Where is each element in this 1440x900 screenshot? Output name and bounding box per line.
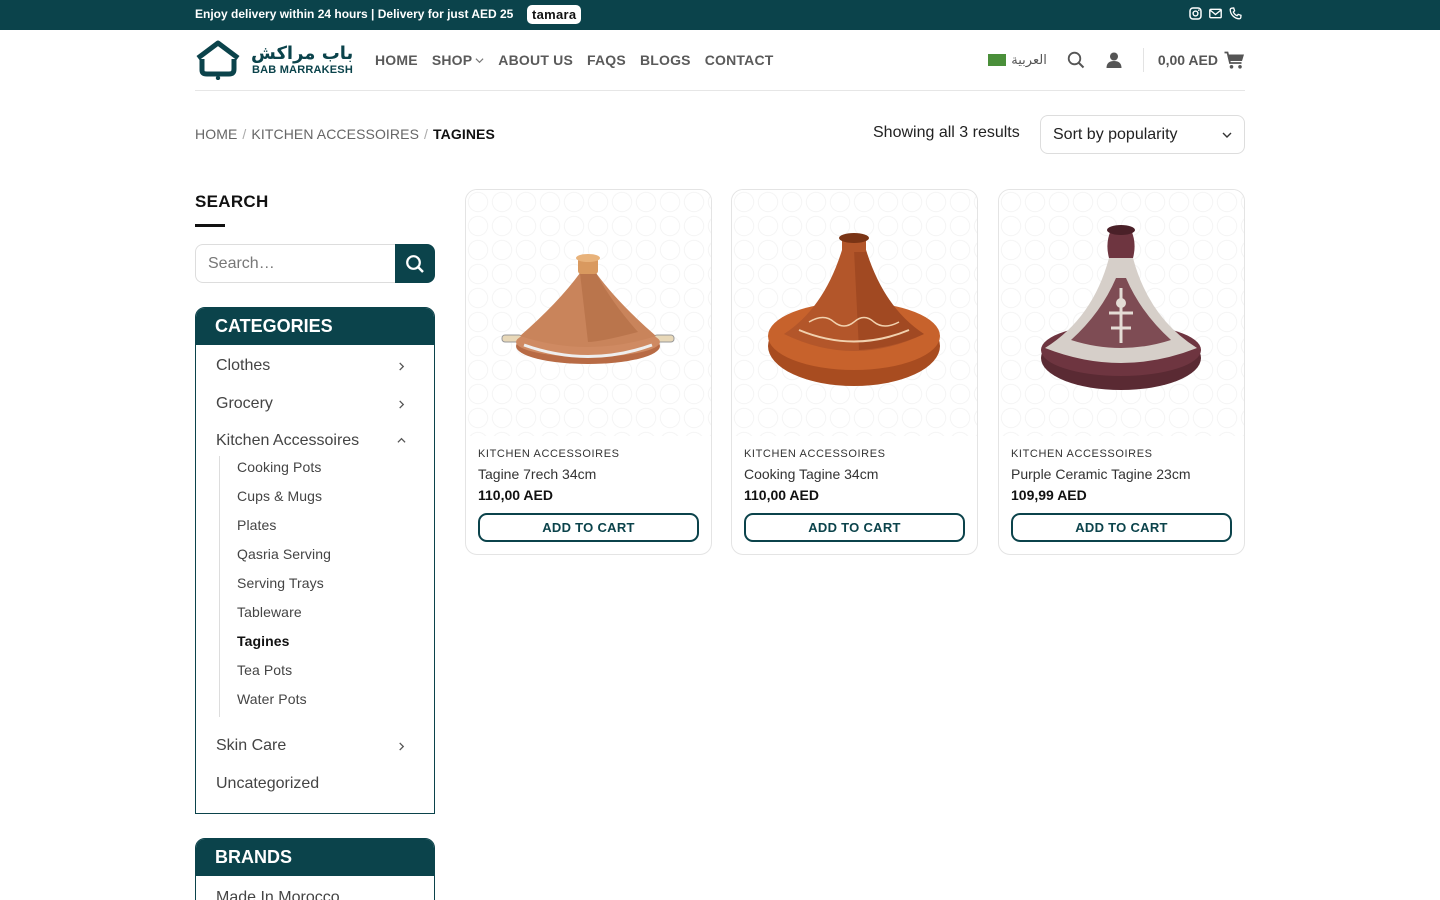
chevron-right-icon[interactable] [397,362,406,371]
add-to-cart-button[interactable]: ADD TO CART [1011,513,1232,542]
category-label: Grocery [216,394,273,412]
breadcrumb-home[interactable]: HOME [195,126,237,142]
search-form [195,244,435,283]
header-divider [1142,48,1144,72]
announcement-bar: Enjoy delivery within 24 hours | Deliver… [0,0,1440,30]
product-image[interactable] [999,190,1244,436]
tagine-image [768,233,940,386]
nav-shop-label: SHOP [431,52,473,68]
subcategory-list: Cooking Pots Cups & Mugs Plates Qasria S… [219,456,414,717]
nav-about-us[interactable]: ABOUT US [498,52,573,68]
subcategory-cooking-pots[interactable]: Cooking Pots [237,456,414,485]
brands-widget: BRANDS Made In Morocco [195,838,435,900]
search-icon [406,254,424,273]
search-icon[interactable] [1067,51,1085,69]
category-label: Kitchen Accessoires [216,432,360,449]
nav-shop[interactable]: SHOP [432,52,484,68]
logo-english-text: BAB MARRAKESH [252,64,353,76]
product-title[interactable]: Tagine 7rech 34cm [478,466,596,482]
language-switcher[interactable]: العربية [988,53,1047,68]
category-kitchen-accessoires[interactable]: Kitchen Accessoires Cooking Pots Cups & … [196,420,434,717]
nav-blogs[interactable]: BLOGS [640,52,691,68]
logo-house-icon [196,40,240,80]
category-grocery[interactable]: Grocery [196,383,434,421]
logo-arabic-text: باب مراكش [251,43,354,64]
product-price: 110,00 AED [478,487,553,503]
cart-total[interactable]: 0,00 AED [1158,52,1218,68]
main-nav: HOME SHOP ABOUT US FAQS BLOGS CONTACT [375,52,788,68]
nav-home[interactable]: HOME [375,52,418,68]
language-label: العربية [1011,52,1047,68]
title-underline [195,224,225,227]
saudi-flag-icon [988,54,1007,66]
tagine-image [1041,225,1201,390]
brand-made-in-morocco[interactable]: Made In Morocco [196,876,434,900]
brands-title: BRANDS [196,839,434,876]
subcategory-cups-mugs[interactable]: Cups & Mugs [237,485,414,514]
product-category[interactable]: KITCHEN ACCESSOIRES [744,448,886,460]
mail-icon[interactable] [1209,7,1222,21]
header-actions: العربية 0,00 AED [988,48,1245,72]
search-widget-title: SEARCH [195,192,269,211]
product-price: 109,99 AED [1011,487,1087,503]
add-to-cart-button[interactable]: ADD TO CART [478,513,699,542]
category-label: Clothes [216,357,271,374]
product-title[interactable]: Purple Ceramic Tagine 23cm [1011,466,1191,482]
subcategory-tableware[interactable]: Tableware [237,601,414,630]
breadcrumb: HOME / KITCHEN ACCESSOIRES / TAGINES [195,126,495,142]
product-card[interactable]: KITCHEN ACCESSOIRES Cooking Tagine 34cm … [731,189,978,555]
product-title[interactable]: Cooking Tagine 34cm [744,466,878,482]
category-clothes[interactable]: Clothes [196,345,434,383]
category-skin-care[interactable]: Skin Care [196,725,434,763]
chevron-right-icon[interactable] [397,399,406,409]
subcategory-water-pots[interactable]: Water Pots [237,688,414,717]
categories-widget: CATEGORIES Clothes Grocery Kitchen Acces… [195,307,435,814]
subcategory-tea-pots[interactable]: Tea Pots [237,659,414,688]
cart-icon[interactable] [1224,51,1245,70]
breadcrumb-kitchen-accessoires[interactable]: KITCHEN ACCESSOIRES [251,126,419,142]
product-price: 110,00 AED [744,487,819,503]
categories-title: CATEGORIES [196,308,434,345]
add-to-cart-button[interactable]: ADD TO CART [744,513,965,542]
chevron-up-icon[interactable] [397,436,406,445]
tagine-image [501,254,675,364]
chevron-right-icon[interactable] [397,742,406,751]
category-uncategorized[interactable]: Uncategorized [196,763,434,801]
site-header: باب مراكش BAB MARRAKESH HOME SHOP ABOUT … [195,30,1245,91]
product-card[interactable]: KITCHEN ACCESSOIRES Tagine 7rech 34cm 11… [465,189,712,555]
site-logo[interactable]: باب مراكش BAB MARRAKESH [195,40,355,82]
nav-faqs[interactable]: FAQS [587,52,626,68]
social-icons [1189,7,1242,21]
phone-icon[interactable] [1229,7,1242,21]
sort-select[interactable]: Sort by popularity [1040,115,1245,154]
breadcrumb-current: TAGINES [433,126,495,142]
product-image[interactable] [466,190,711,436]
search-submit-button[interactable] [395,244,435,283]
product-image[interactable] [732,190,977,436]
product-card[interactable]: KITCHEN ACCESSOIRES Purple Ceramic Tagin… [998,189,1245,555]
sort-selected-value: Sort by popularity [1053,126,1178,143]
category-list: Clothes Grocery Kitchen Accessoires Cook… [196,345,434,800]
tamara-badge[interactable]: tamara [527,5,582,24]
delivery-message: Enjoy delivery within 24 hours | Deliver… [195,7,514,21]
chevron-down-icon [475,57,484,63]
subcategory-plates[interactable]: Plates [237,514,414,543]
instagram-icon[interactable] [1189,7,1202,21]
nav-contact[interactable]: CONTACT [705,52,774,68]
chevron-down-icon [1222,132,1232,138]
category-label: Uncategorized [216,774,320,792]
search-input[interactable] [195,244,396,283]
result-count: Showing all 3 results [873,124,1020,141]
subcategory-serving-trays[interactable]: Serving Trays [237,572,414,601]
subcategory-tagines[interactable]: Tagines [237,630,414,659]
category-label: Skin Care [216,737,287,754]
product-category[interactable]: KITCHEN ACCESSOIRES [1011,448,1153,460]
subcategory-qasria-serving[interactable]: Qasria Serving [237,543,414,572]
user-icon[interactable] [1105,51,1123,69]
product-category[interactable]: KITCHEN ACCESSOIRES [478,448,620,460]
